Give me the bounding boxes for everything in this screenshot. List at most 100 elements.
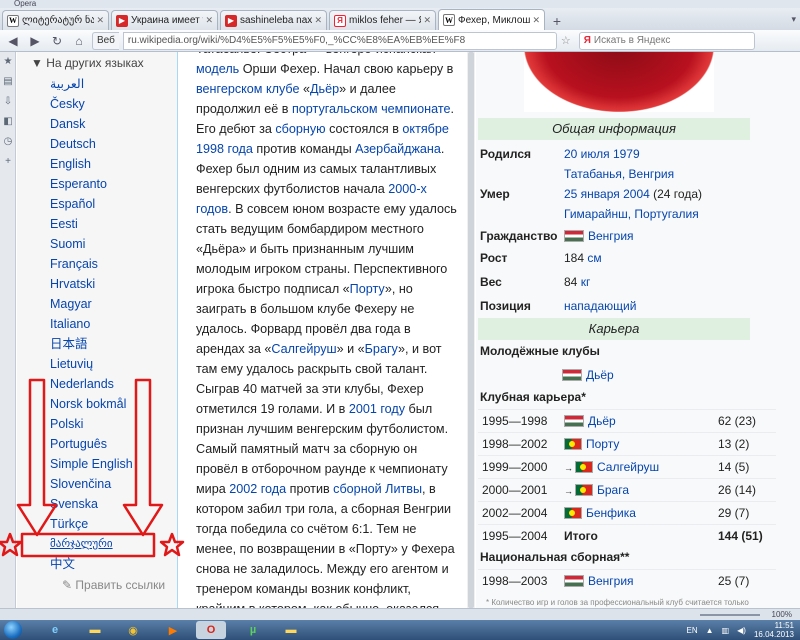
article-link[interactable]: октябре — [402, 122, 448, 136]
language-link[interactable]: Hrvatski — [50, 274, 133, 294]
new-tab-button[interactable]: + — [547, 12, 567, 30]
tab-3[interactable]: Яmiklos feher — Яндекс...✕ — [329, 10, 436, 30]
club-link[interactable]: Брага — [597, 483, 629, 497]
article-link[interactable]: сборную — [275, 122, 325, 136]
back-button[interactable]: ◀ — [4, 32, 22, 50]
collapse-triangle-icon[interactable]: ▼ — [31, 56, 43, 70]
language-link[interactable]: Deutsch — [50, 134, 133, 154]
close-tab-icon[interactable]: ✕ — [532, 15, 540, 26]
club-link[interactable]: Порту — [586, 437, 619, 451]
player-photo[interactable] — [524, 52, 714, 112]
downloads-icon[interactable]: ⇩ — [0, 92, 16, 112]
language-link[interactable]: Polski — [50, 414, 133, 434]
yandex-icon[interactable]: Я — [584, 33, 591, 49]
weight-unit-link[interactable]: кг — [581, 275, 591, 289]
died-date-link[interactable]: 25 января 2004 — [564, 187, 650, 201]
language-link[interactable]: Lietuvių — [50, 354, 133, 374]
language-link[interactable]: Eesti — [50, 214, 133, 234]
article-link[interactable]: Дьёр — [310, 82, 339, 96]
close-tab-icon[interactable]: ✕ — [314, 15, 322, 26]
youth-club-link[interactable]: Дьёр — [586, 368, 614, 382]
language-link[interactable]: العربية — [50, 74, 133, 94]
tab-4[interactable]: WФехер, Миклош — Ви...✕ — [438, 9, 545, 30]
home-button[interactable]: ⌂ — [70, 32, 88, 50]
article-link[interactable]: Порту — [350, 282, 385, 296]
edit-links[interactable]: ✎ Править ссылки — [62, 578, 165, 592]
clock[interactable]: 11:51 16.04.2013 — [754, 621, 794, 639]
web-badge[interactable]: Веб — [92, 31, 119, 50]
language-link[interactable]: 日本語 — [50, 334, 133, 354]
tab-menu-icon[interactable]: ▾ — [791, 14, 796, 25]
language-link[interactable]: მარჯალური — [50, 534, 133, 554]
article-link[interactable]: Салгейруш — [271, 342, 336, 356]
input-language[interactable]: EN — [687, 626, 698, 635]
article-link[interactable]: Брагу — [365, 342, 398, 356]
language-link[interactable]: Dansk — [50, 114, 133, 134]
citizenship-link[interactable]: Венгрия — [588, 229, 634, 243]
article-link[interactable]: 1998 года — [196, 142, 253, 156]
volume-icon[interactable]: ◀) — [737, 626, 746, 635]
language-link[interactable]: Esperanto — [50, 174, 133, 194]
tab-0[interactable]: Wლიტერატურ ნაწარმოებ...✕ — [2, 10, 109, 30]
language-link[interactable]: Türkçe — [50, 514, 133, 534]
tray-expand-icon[interactable]: ▲ — [706, 626, 714, 635]
language-link[interactable]: Italiano — [50, 314, 133, 334]
died-place-link[interactable]: Гимарайнш, Португалия — [564, 207, 699, 221]
network-icon[interactable]: ▥ — [722, 626, 730, 635]
tab-1[interactable]: ▶Украина имеет талант...✕ — [111, 10, 218, 30]
reload-button[interactable]: ↻ — [48, 32, 66, 50]
language-link[interactable]: Slovenčina — [50, 474, 133, 494]
chrome-icon[interactable]: ◉ — [118, 621, 148, 639]
tab-2[interactable]: ▶sashineleba naxet yvela...✕ — [220, 10, 327, 30]
position-link[interactable]: нападающий — [564, 299, 636, 313]
scrollbar-thumb[interactable] — [468, 52, 474, 608]
page-scrollbar[interactable] — [467, 52, 475, 608]
born-date-link[interactable]: 20 июля 1979 — [564, 147, 640, 161]
language-link[interactable]: English — [50, 154, 133, 174]
article-link[interactable]: венгерском клубе — [196, 82, 299, 96]
history-icon[interactable]: ◷ — [0, 132, 16, 152]
bookmarks-icon[interactable]: ★ — [0, 52, 16, 72]
folder-icon[interactable]: ▬ — [276, 621, 306, 639]
language-link[interactable]: Nederlands — [50, 374, 133, 394]
language-link[interactable]: Česky — [50, 94, 133, 114]
media-player-icon[interactable]: ▶ — [158, 621, 188, 639]
language-link[interactable]: Français — [50, 254, 133, 274]
language-link[interactable]: Español — [50, 194, 133, 214]
language-link[interactable]: Magyar — [50, 294, 133, 314]
club-link[interactable]: Дьёр — [588, 414, 616, 428]
language-link[interactable]: Suomi — [50, 234, 133, 254]
club-link[interactable]: Салгейруш — [597, 460, 659, 474]
address-bar[interactable]: ru.wikipedia.org/wiki/%D4%E5%F5%E5%F0,_%… — [122, 31, 557, 50]
article-link[interactable]: 2002 года — [229, 482, 286, 496]
add-panel-icon[interactable]: + — [0, 152, 16, 172]
ie-icon[interactable]: e — [40, 621, 70, 639]
language-link[interactable]: Norsk bokmål — [50, 394, 133, 414]
zoom-slider[interactable] — [700, 614, 760, 616]
language-link[interactable]: 中文 — [50, 554, 133, 574]
article-link[interactable]: португальском чемпионате — [292, 102, 451, 116]
opera-icon[interactable]: O — [196, 621, 226, 639]
close-tab-icon[interactable]: ✕ — [205, 15, 213, 26]
article-link[interactable]: сборной Литвы — [333, 482, 422, 496]
language-link[interactable]: Português — [50, 434, 133, 454]
height-unit-link[interactable]: см — [587, 251, 601, 265]
article-link[interactable]: модель — [196, 62, 239, 76]
national-team-link[interactable]: Венгрия — [588, 574, 634, 588]
start-button[interactable] — [4, 621, 22, 639]
close-tab-icon[interactable]: ✕ — [96, 15, 104, 26]
club-link[interactable]: Бенфика — [586, 506, 636, 520]
article-link[interactable]: Азербайджана — [355, 142, 441, 156]
article-link[interactable]: 2001 году — [349, 402, 405, 416]
folder-icon[interactable]: ▬ — [80, 621, 110, 639]
language-link[interactable]: Svenska — [50, 494, 133, 514]
bookmark-star-icon[interactable]: ☆ — [561, 34, 571, 47]
notes-icon[interactable]: ▤ — [0, 72, 16, 92]
language-link[interactable]: Simple English — [50, 454, 133, 474]
close-tab-icon[interactable]: ✕ — [423, 15, 431, 26]
born-place-link[interactable]: Татабанья, Венгрия — [564, 167, 674, 181]
utorrent-icon[interactable]: µ — [238, 621, 268, 639]
forward-button[interactable]: ▶ — [26, 32, 44, 50]
search-input[interactable]: Я Искать в Яндекс — [578, 31, 755, 50]
languages-heading[interactable]: ▼ На других языках — [31, 56, 144, 70]
